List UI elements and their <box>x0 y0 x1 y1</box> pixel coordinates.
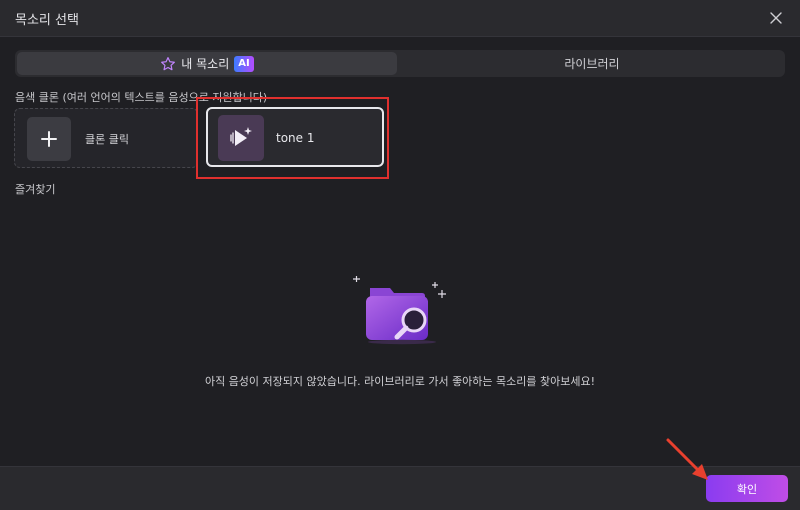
clone-button-label: 클론 클릭 <box>85 133 129 146</box>
close-button[interactable] <box>766 8 786 28</box>
dialog-title: 목소리 선택 <box>15 13 79 28</box>
clone-add-button[interactable]: 클론 클릭 <box>14 108 198 168</box>
tab-my-voice[interactable]: 내 목소리 AI <box>17 52 397 75</box>
tab-my-voice-label: 내 목소리 <box>181 57 230 71</box>
voice-icon-box <box>218 115 264 161</box>
star-outline-icon <box>161 56 176 70</box>
tab-library-label: 라이브러리 <box>564 57 620 71</box>
voice-tabs: 내 목소리 AI 라이브러리 <box>15 50 785 77</box>
confirm-button[interactable]: 확인 <box>706 475 788 502</box>
plus-icon <box>41 131 57 147</box>
close-icon <box>770 12 782 24</box>
voice-select-dialog: 목소리 선택 내 목소리 AI 라이브러리 음색 클론 (여러 언어의 텍스트를… <box>0 0 800 510</box>
voice-play-sparkle-icon <box>230 127 252 146</box>
plus-box <box>27 117 71 161</box>
annotation-arrow-icon <box>666 438 708 480</box>
tab-library[interactable]: 라이브러리 <box>401 52 783 75</box>
empty-folder-search-icon <box>353 276 446 345</box>
empty-favorites-message: 아직 음성이 저장되지 않았습니다. 라이브러리로 가서 좋아하는 목소리를 찾… <box>204 375 596 388</box>
voice-name: tone 1 <box>276 131 315 145</box>
dialog-titlebar: 목소리 선택 <box>0 0 800 37</box>
voice-card-tone-1[interactable]: tone 1 <box>206 107 384 167</box>
ai-badge: AI <box>234 55 254 72</box>
favorites-label: 즐겨찾기 <box>15 183 56 196</box>
